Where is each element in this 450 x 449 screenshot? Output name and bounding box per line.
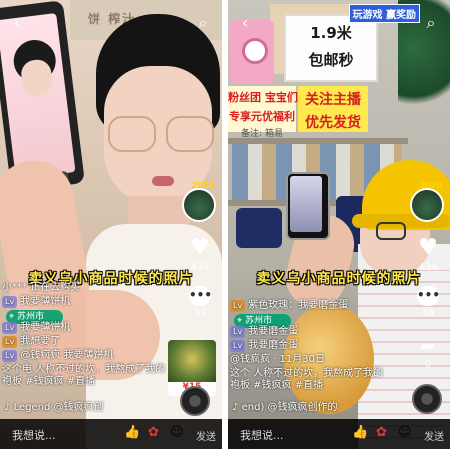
music-icon: ♪ (232, 402, 239, 413)
music-disc-icon[interactable] (412, 384, 442, 414)
chat-line: Lv 我想要了 (2, 336, 172, 348)
product-image (168, 340, 216, 382)
host-lips (152, 176, 174, 186)
share-count: 0 (424, 359, 432, 370)
held-phone-screen (0, 13, 76, 180)
thumbs-up-icon[interactable]: 👍 (352, 425, 368, 440)
fan-badge: Lv (230, 340, 246, 352)
comment-count: 34 (193, 308, 207, 319)
comment-count: 34 (421, 308, 435, 319)
heart-icon: ♥ (418, 235, 438, 260)
host-name-line: Lv @钱疯疯 我要薄饼机 (2, 350, 172, 362)
host-avatar[interactable] (182, 188, 216, 222)
promo-text: 优先发货 (305, 115, 361, 131)
search-icon[interactable]: ⌕ (194, 14, 212, 32)
fan-badge: Lv (230, 300, 246, 312)
bag-product (236, 208, 282, 248)
heart-icon: ♥ (190, 235, 210, 260)
thumbs-up-icon[interactable]: 👍 (124, 425, 140, 440)
fan-promo-card: 粉丝团 宝宝们 专享元优福利 备注: 箱易 (228, 86, 298, 139)
chat-line: Lv 我要薄饼机 (2, 322, 172, 334)
caption-line-2: 袍板 #钱疯疯 #直播 (230, 380, 324, 391)
comment-input[interactable]: 我想说... (240, 427, 284, 443)
promo-text: 关注主播 (305, 92, 361, 108)
comment-icon: ••• (189, 286, 212, 306)
fan-badge: Lv (2, 336, 18, 348)
chat-line: Lv 我要磨金蛋 (230, 326, 400, 338)
promo-note: 备注: 箱易 (241, 129, 283, 139)
held-phone-screen (290, 176, 322, 232)
share-button[interactable]: ➦ 0 (412, 336, 444, 370)
headline-caption: 卖义乌小商品时候的照片 (256, 271, 422, 287)
follow-promo-card: 关注主播 优先发货 (298, 86, 368, 132)
comment-button[interactable]: ••• 34 (412, 284, 444, 319)
host-name-line: @钱疯疯 · 11月30日 (230, 354, 325, 365)
fan-badge: Lv (2, 296, 18, 308)
location-icon: ⌖ (237, 316, 243, 326)
left-stream-panel: 饼 榨汁 ‹ ⌕ 2020 ♥ 434 ••• 34 ➦ 0 (0, 0, 222, 449)
bottom-input-bar: 我想说... 👍 ✿ ☺ 发送 (0, 419, 222, 449)
host-avatar[interactable] (410, 188, 444, 222)
music-disc-icon[interactable] (180, 386, 210, 416)
chat-line: Lv 紫色玫瑰：我要磨金蛋 (230, 300, 400, 312)
chat-line: Lv 我要磨金蛋 (230, 340, 400, 352)
host-glasses (376, 222, 406, 240)
bottom-input-bar: 我想说... 👍 ✿ ☺ 发送 (228, 419, 450, 449)
caption-line-1: 这个电 人称不过的坎，我熬成了我的 (2, 364, 166, 375)
emoji-icon[interactable]: ☺ (398, 425, 412, 440)
glasses-right (166, 116, 214, 152)
send-button[interactable]: 发送 (196, 428, 216, 443)
emoji-icon[interactable]: ☺ (170, 425, 184, 440)
chat-line: Lv 我要薄饼机 (2, 296, 172, 308)
caption-line-2: 袍板 #钱疯疯 #直播 (2, 376, 96, 387)
back-icon[interactable]: ‹ (236, 14, 254, 32)
fan-badge: Lv (2, 350, 18, 362)
price-line: 包邮秒 (308, 51, 354, 69)
caption-line-1: 这个 人称不过的坎，我熬成了我的 (230, 368, 384, 379)
right-stream-panel: 1.9米 包邮秒 粉丝团 宝宝们 专享元优福利 备注: 箱易 关注主播 优先发货… (228, 0, 450, 449)
toy-camera-lens (242, 38, 268, 64)
glasses-left (108, 116, 156, 152)
music-line[interactable]: ♪ end) @钱疯疯创作的 (232, 398, 338, 413)
fan-badge: Lv (230, 326, 246, 338)
promo-text: 专享元优福利 (229, 110, 295, 123)
game-badge[interactable]: 玩游戏 赢奖励 (348, 4, 420, 23)
price-line: 1.9米 (310, 24, 352, 42)
music-icon: ♪ (4, 402, 11, 413)
send-button[interactable]: 发送 (424, 428, 444, 443)
music-line[interactable]: ♪ Legend @钱疯疯创 (4, 398, 104, 413)
promo-text: 粉丝团 宝宝们 (228, 91, 298, 104)
comment-input[interactable]: 我想说... (12, 427, 56, 443)
share-icon: ➦ (420, 336, 436, 357)
comment-button[interactable]: ••• 34 (184, 284, 216, 319)
fan-badge: Lv (2, 322, 18, 334)
back-icon[interactable]: ‹ (8, 14, 26, 32)
location-icon: ⌖ (9, 312, 15, 322)
screenshot-root: 饼 榨汁 ‹ ⌕ 2020 ♥ 434 ••• 34 ➦ 0 (0, 0, 450, 449)
comment-icon: ••• (417, 286, 440, 306)
rose-icon[interactable]: ✿ (148, 425, 159, 440)
search-icon[interactable]: ⌕ (422, 14, 440, 32)
price-card: 1.9米 包邮秒 (284, 14, 378, 82)
online-line: 小*** 正在去购买 (2, 282, 81, 293)
rose-icon[interactable]: ✿ (376, 425, 387, 440)
